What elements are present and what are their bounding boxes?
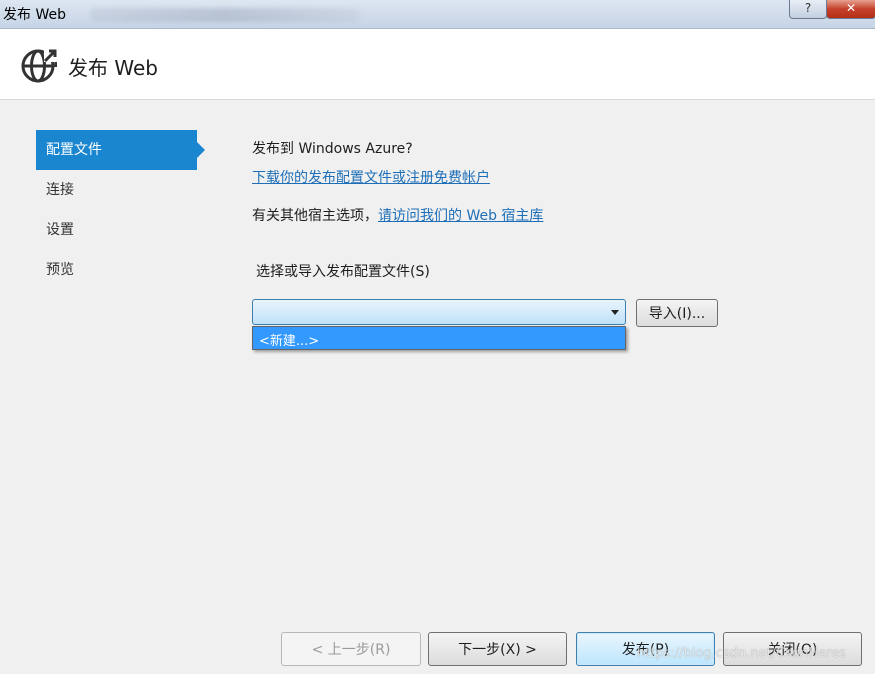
nav-item-preview[interactable]: 预览 xyxy=(36,250,206,290)
next-button[interactable]: 下一步(X) > xyxy=(428,632,567,666)
other-hosting-text: 有关其他宿主选项，请访问我们的 Web 宿主库 xyxy=(252,205,543,225)
dialog-title: 发布 Web xyxy=(68,56,158,80)
dialog-header: 发布 Web xyxy=(0,29,875,100)
window-titlebar[interactable]: 发布 Web ? ✕ xyxy=(0,0,875,29)
other-hosting-prefix: 有关其他宿主选项， xyxy=(252,208,378,224)
nav-item-connection[interactable]: 连接 xyxy=(36,170,206,210)
blurred-title-background xyxy=(90,8,360,22)
profile-combobox[interactable] xyxy=(252,299,626,325)
profile-dropdown-list: <新建...> xyxy=(252,326,626,350)
close-button[interactable]: 关闭(O) xyxy=(723,632,862,666)
chevron-down-icon[interactable] xyxy=(611,310,619,315)
nav-item-settings[interactable]: 设置 xyxy=(36,210,206,250)
azure-question: 发布到 Windows Azure? xyxy=(252,141,413,157)
publish-button[interactable]: 发布(P) xyxy=(576,632,715,666)
wizard-nav: 配置文件 连接 设置 预览 xyxy=(36,130,206,290)
back-button[interactable]: < 上一步(R) xyxy=(281,632,421,666)
import-button[interactable]: 导入(I)... xyxy=(636,299,718,327)
web-hosting-gallery-link[interactable]: 请访问我们的 Web 宿主库 xyxy=(378,208,543,224)
globe-publish-icon xyxy=(21,49,57,83)
help-button[interactable]: ? xyxy=(789,0,827,19)
window-title: 发布 Web xyxy=(3,7,66,23)
download-profile-link[interactable]: 下载你的发布配置文件或注册免费帐户 xyxy=(252,167,490,187)
profile-select-label: 选择或导入发布配置文件(S) xyxy=(256,264,430,280)
window-close-button[interactable]: ✕ xyxy=(826,0,875,19)
dropdown-option-new[interactable]: <新建...> xyxy=(259,330,319,349)
nav-item-profile[interactable]: 配置文件 xyxy=(36,130,205,170)
